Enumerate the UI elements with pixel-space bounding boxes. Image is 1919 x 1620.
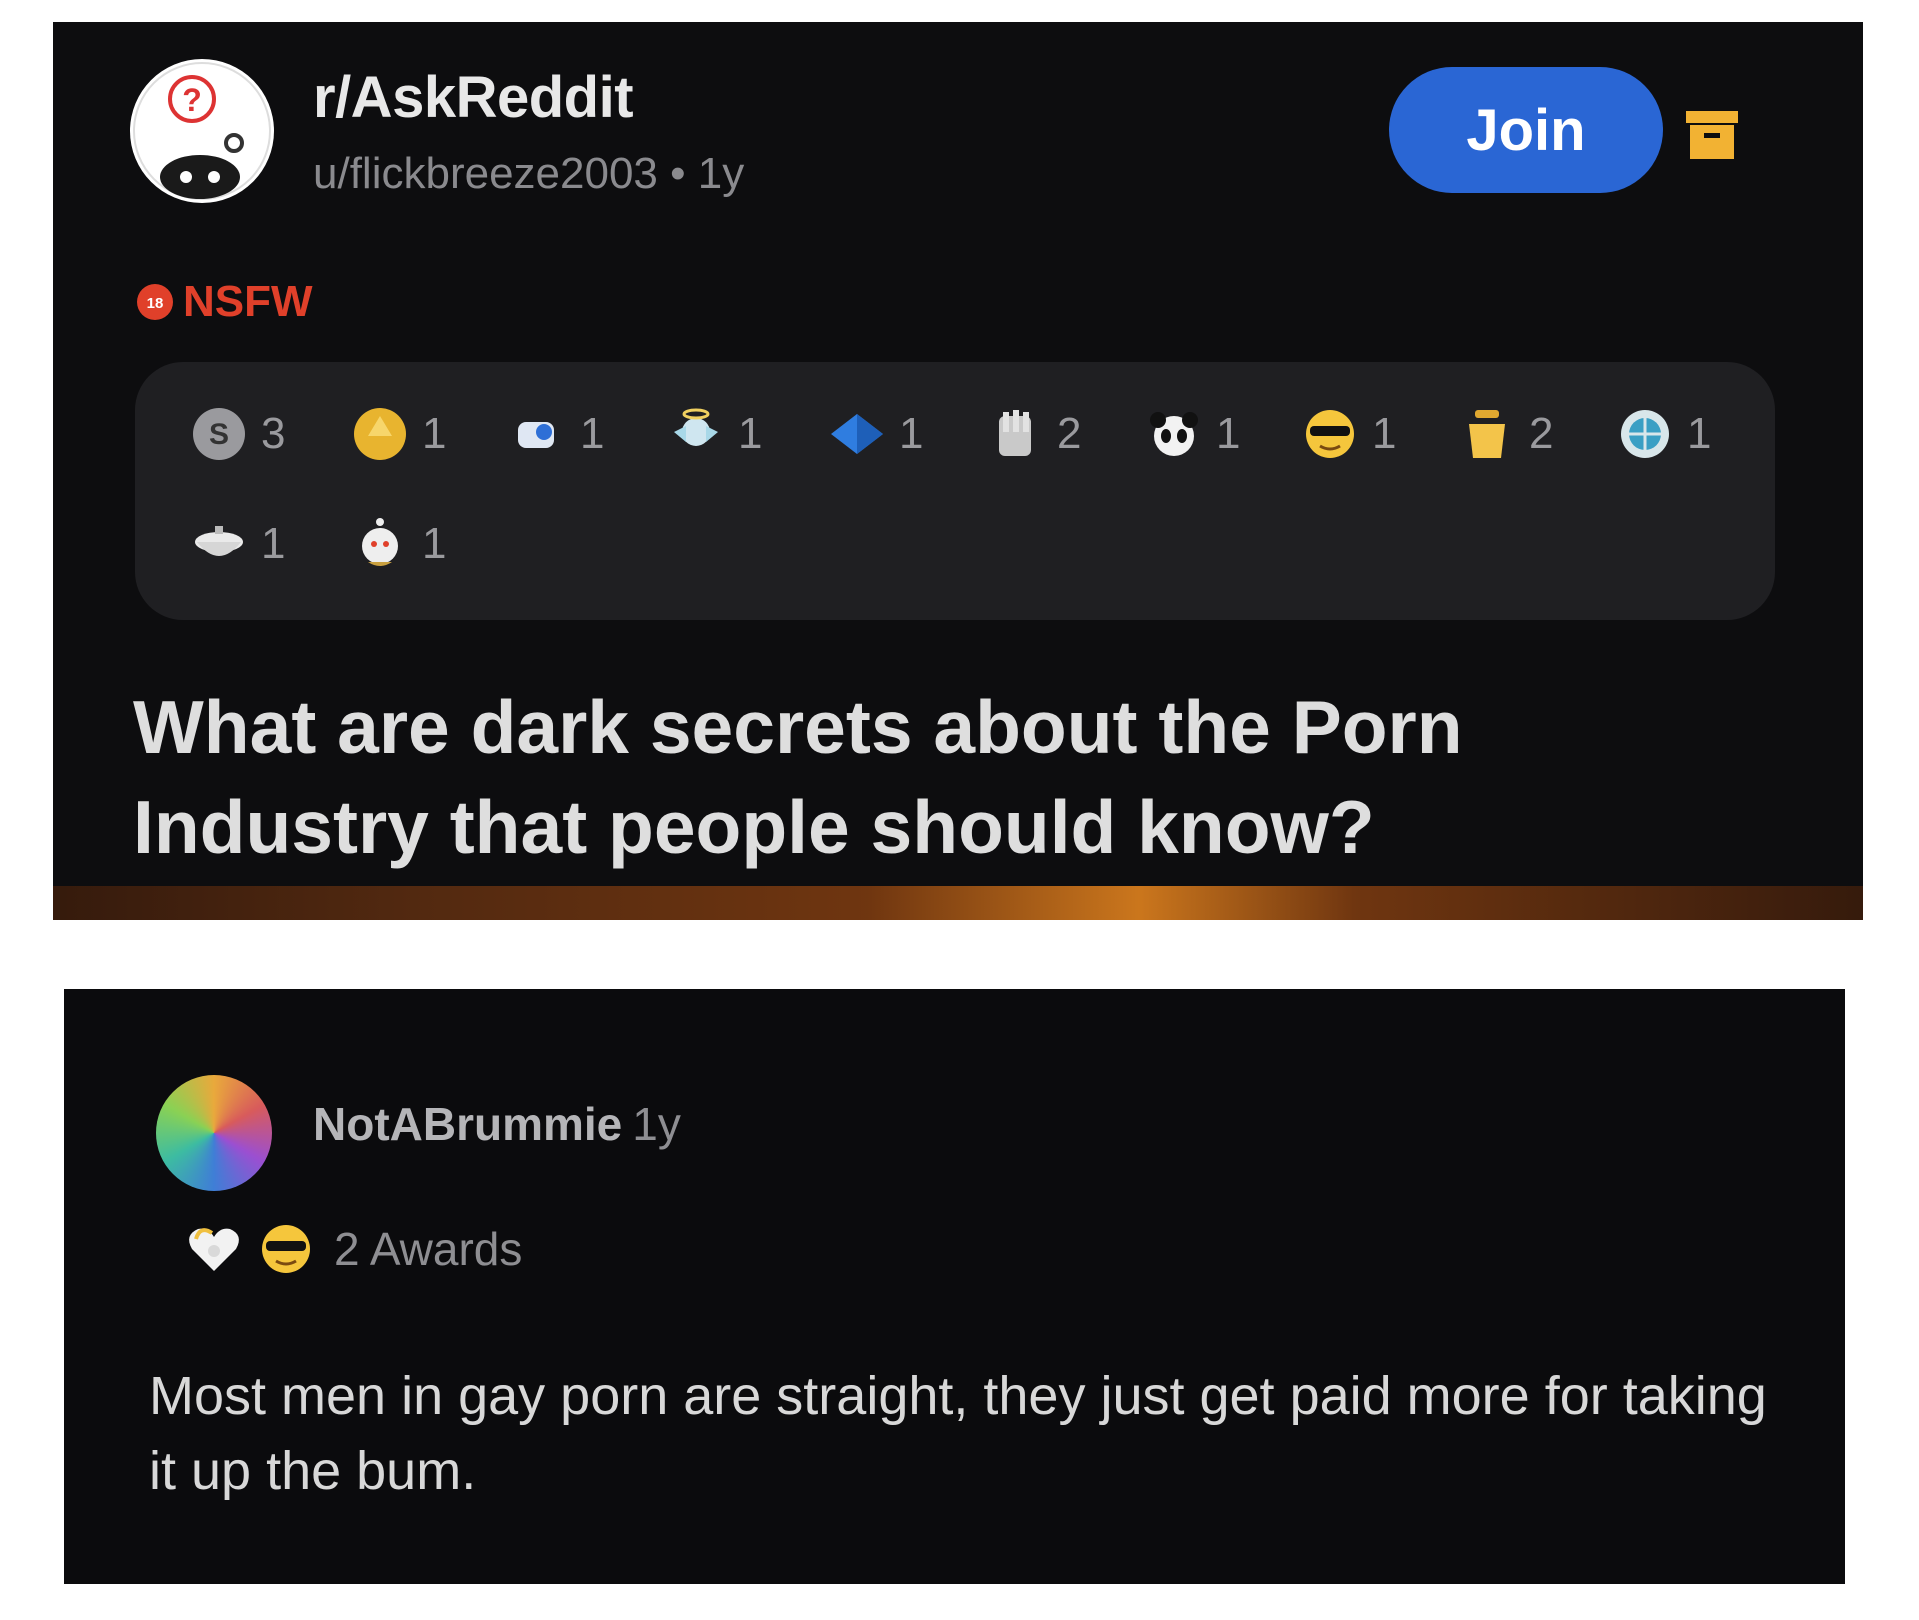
subreddit-name[interactable]: r/AskReddit	[313, 64, 634, 131]
jar-award-icon	[1469, 410, 1505, 458]
svg-text:?: ?	[182, 82, 202, 118]
silver-award-icon: S	[193, 408, 245, 460]
nsfw-label: NSFW	[183, 277, 313, 326]
award-item[interactable]: 1	[506, 402, 604, 466]
sunglasses-award-icon	[262, 1225, 310, 1273]
award-item[interactable]: 1	[1613, 402, 1711, 466]
award-item[interactable]: 1	[1298, 402, 1396, 466]
panda-award-icon	[1150, 412, 1198, 456]
post-meta[interactable]: u/flickbreeze2003 • 1y	[313, 149, 744, 199]
askreddit-snoo-icon: ?	[133, 62, 271, 200]
book-award-icon	[831, 414, 883, 454]
globe-award-icon	[1621, 410, 1669, 458]
award-item[interactable]: 1	[1142, 402, 1240, 466]
post-card: ? r/AskReddit u/flickbreeze2003 • 1y Joi…	[53, 22, 1863, 920]
angel-award-icon	[674, 408, 718, 446]
award-item[interactable]: 2	[983, 402, 1081, 466]
gold-award-icon	[354, 408, 406, 460]
comment-body: Most men in gay porn are straight, they …	[149, 1366, 1767, 1501]
award-item[interactable]: 1	[825, 402, 923, 466]
svg-text:18: 18	[147, 295, 164, 312]
award-item[interactable]: 1	[664, 402, 762, 466]
subreddit-avatar[interactable]: ?	[130, 59, 274, 203]
awards-count-label: 2 Awards	[334, 1223, 523, 1275]
heart-award-icon	[189, 1228, 239, 1271]
comment-time: 1y	[632, 1098, 681, 1150]
archive-icon[interactable]	[1682, 105, 1742, 165]
comment-author[interactable]: NotABrummie	[313, 1098, 622, 1150]
award-item[interactable]: 1	[187, 512, 285, 576]
comment-awards[interactable]: 2 Awards	[182, 1217, 522, 1281]
sunglasses-award-icon	[1306, 410, 1354, 458]
award-item[interactable]: S 3	[187, 402, 285, 466]
nsfw-18-icon: 18	[137, 284, 173, 320]
svg-text:S: S	[209, 418, 229, 451]
join-button[interactable]: Join	[1389, 67, 1663, 193]
tipsy-award-icon	[518, 422, 554, 448]
background-glow	[53, 886, 1863, 920]
awards-bar[interactable]: S 3 1 1 1 1 2 1 1 2 1 1 1	[135, 362, 1775, 620]
comment-author-line: NotABrummie 1y	[313, 1097, 681, 1151]
nsfw-badge: 18 NSFW	[135, 277, 313, 327]
award-item[interactable]: 1	[348, 512, 446, 576]
post-title[interactable]: What are dark secrets about the Porn Ind…	[133, 677, 1733, 877]
toilet-award-icon	[195, 526, 243, 556]
award-item[interactable]: 2	[1455, 402, 1553, 466]
commenter-avatar[interactable]	[156, 1075, 272, 1191]
comment-card: NotABrummie 1y 2 Awards Most men in gay p…	[64, 989, 1845, 1584]
facepalm-award-icon	[999, 410, 1031, 456]
award-item[interactable]: 1	[348, 402, 446, 466]
snoo-award-icon	[362, 518, 398, 566]
